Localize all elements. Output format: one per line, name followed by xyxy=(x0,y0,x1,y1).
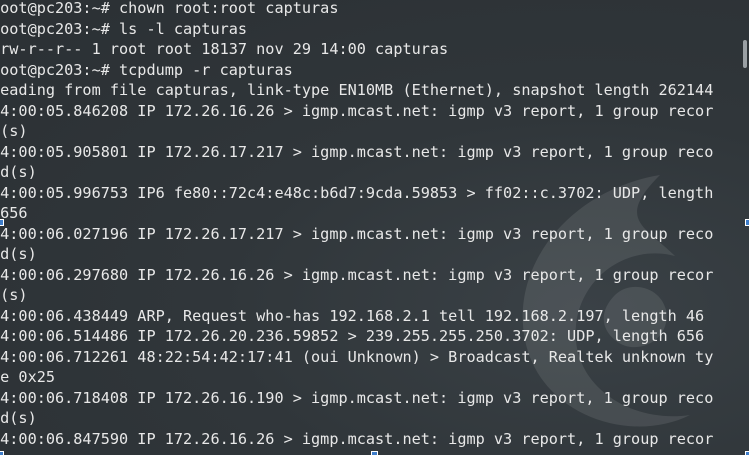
terminal-line: reading from file capturas, link-type EN… xyxy=(0,81,714,99)
terminal-line: 14:00:05.905801 IP 172.26.17.217 > igmp.… xyxy=(0,142,714,161)
terminal-line: -rw-r--r-- 1 root root 18137 nov 29 14:0… xyxy=(0,40,449,58)
terminal-line: rd(s) xyxy=(0,163,37,181)
terminal-line: 656 xyxy=(0,204,28,222)
terminal-line: d(s) xyxy=(0,122,28,140)
resize-handle-bottom-right[interactable] xyxy=(745,451,749,455)
resize-handle-right[interactable] xyxy=(745,219,749,226)
terminal-line: rd(s) xyxy=(0,409,37,427)
terminal-line: rd(s) xyxy=(0,245,37,263)
terminal-output[interactable]: root@pc203:~# chown root:root capturas ro… xyxy=(0,0,713,449)
resize-handle-bottom[interactable] xyxy=(371,451,378,455)
resize-handle-left[interactable] xyxy=(0,219,4,226)
terminal-line: root@pc203:~# tcpdump -r capturas xyxy=(0,60,293,79)
terminal-line: 14:00:06.514486 IP 172.26.20.236.59852 >… xyxy=(0,327,705,345)
terminal-window[interactable]: root@pc203:~# chown root:root capturas ro… xyxy=(0,0,749,455)
terminal-line: 14:00:05.996753 IP6 fe80::72c4:e48c:b6d7… xyxy=(0,183,714,202)
terminal-line: 14:00:06.027196 IP 172.26.17.217 > igmp.… xyxy=(0,224,714,243)
terminal-line: pe 0x25 xyxy=(0,368,56,386)
terminal-line: 14:00:05.846208 IP 172.26.16.26 > igmp.m… xyxy=(0,101,714,120)
terminal-line: root@pc203:~# ls -l capturas xyxy=(0,19,248,38)
scrollbar-thumb[interactable] xyxy=(743,40,747,68)
vertical-scrollbar[interactable] xyxy=(740,0,749,455)
terminal-line: 14:00:06.712261 48:22:54:42:17:41 (oui U… xyxy=(0,347,714,366)
terminal-line: 14:00:06.718408 IP 172.26.16.190 > igmp.… xyxy=(0,388,714,407)
terminal-line: d(s) xyxy=(0,286,28,304)
resize-handle-bottom-left[interactable] xyxy=(0,451,4,455)
terminal-line: 14:00:06.438449 ARP, Request who-has 192… xyxy=(0,306,705,325)
terminal-line: 14:00:06.847590 IP 172.26.16.26 > igmp.m… xyxy=(0,429,714,448)
terminal-line: 14:00:06.297680 IP 172.26.16.26 > igmp.m… xyxy=(0,265,714,284)
terminal-line: root@pc203:~# chown root:root capturas xyxy=(0,0,339,17)
